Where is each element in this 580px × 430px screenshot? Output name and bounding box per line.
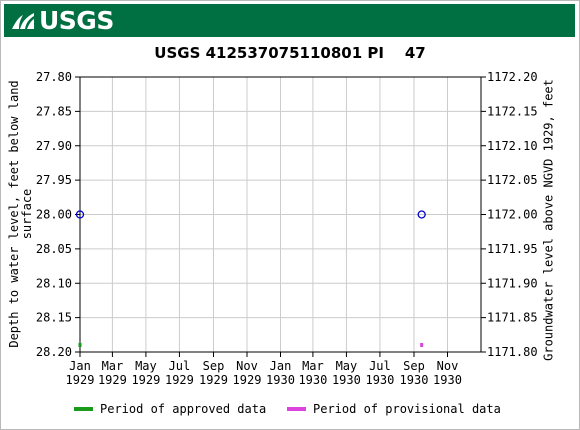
y-left-tick-label: 27.85 — [36, 104, 72, 118]
x-tick-label-month: Sep — [403, 359, 425, 373]
chart-svg: 27.80 1172.20 27.85 1172.15 27.90 1172.10 27.9… — [36, 70, 538, 387]
x-tick-label-month: May — [336, 359, 358, 373]
x-tick-label-month: Jan — [69, 359, 91, 373]
x-tick-label-year: 1930 — [365, 373, 394, 387]
x-tick-label-month: Nov — [437, 359, 459, 373]
legend-swatch-approved — [74, 407, 93, 411]
x-tick-label-year: 1929 — [66, 373, 95, 387]
x-tick-label-month: Jul — [369, 359, 391, 373]
legend-label-provisional: Period of provisional data — [313, 402, 501, 416]
y-left-tick-label: 28.10 — [36, 276, 72, 290]
y-right-tick-label: 1172.00 — [487, 208, 538, 222]
x-tick-label-year: 1930 — [433, 373, 462, 387]
x-tick-label-year: 1929 — [199, 373, 228, 387]
x-tick-label-month: Mar — [302, 359, 324, 373]
y-left-tick-label: 27.90 — [36, 139, 72, 153]
y-left-tick-label: 27.80 — [36, 70, 72, 84]
x-tick-label-year: 1929 — [233, 373, 262, 387]
x-tick-label-year: 1929 — [131, 373, 160, 387]
y-right-tick-label: 1172.05 — [487, 173, 538, 187]
y-left-tick-label: 28.05 — [36, 242, 72, 256]
period-bar-provisional — [420, 343, 424, 347]
legend-item-approved: Period of approved data — [74, 402, 266, 416]
x-tick-label-month: Sep — [203, 359, 225, 373]
legend-item-provisional: Period of provisional data — [287, 402, 501, 416]
y-left-tick-label: 28.20 — [36, 345, 72, 359]
period-bar-approved — [78, 343, 82, 347]
y-left-tick-label: 28.00 — [36, 208, 72, 222]
x-tick-label-month: May — [135, 359, 157, 373]
legend-label-approved: Period of approved data — [100, 402, 267, 416]
legend: Period of approved data Period of provis… — [0, 402, 580, 418]
legend-swatch-provisional — [287, 407, 306, 411]
y-right-tick-label: 1171.95 — [487, 242, 538, 256]
x-tick-label-month: Jan — [270, 359, 292, 373]
y-left-tick-label: 27.95 — [36, 173, 72, 187]
x-tick-label-year: 1929 — [98, 373, 127, 387]
x-tick-label-year: 1929 — [165, 373, 194, 387]
x-tick-label-year: 1930 — [298, 373, 327, 387]
y-right-tick-label: 1171.85 — [487, 311, 538, 325]
y-right-tick-label: 1172.20 — [487, 70, 538, 84]
x-tick-label-year: 1930 — [400, 373, 429, 387]
y-right-tick-label: 1171.80 — [487, 345, 538, 359]
y-left-tick-label: 28.15 — [36, 311, 72, 325]
y-right-tick-label: 1171.90 — [487, 276, 538, 290]
x-tick-label-month: Nov — [236, 359, 258, 373]
y-right-tick-label: 1172.15 — [487, 104, 538, 118]
y-right-tick-label: 1172.10 — [487, 139, 538, 153]
x-tick-label-month: Mar — [102, 359, 124, 373]
x-tick-label-month: Jul — [169, 359, 191, 373]
x-tick-label-year: 1930 — [266, 373, 295, 387]
x-tick-label-year: 1930 — [332, 373, 361, 387]
